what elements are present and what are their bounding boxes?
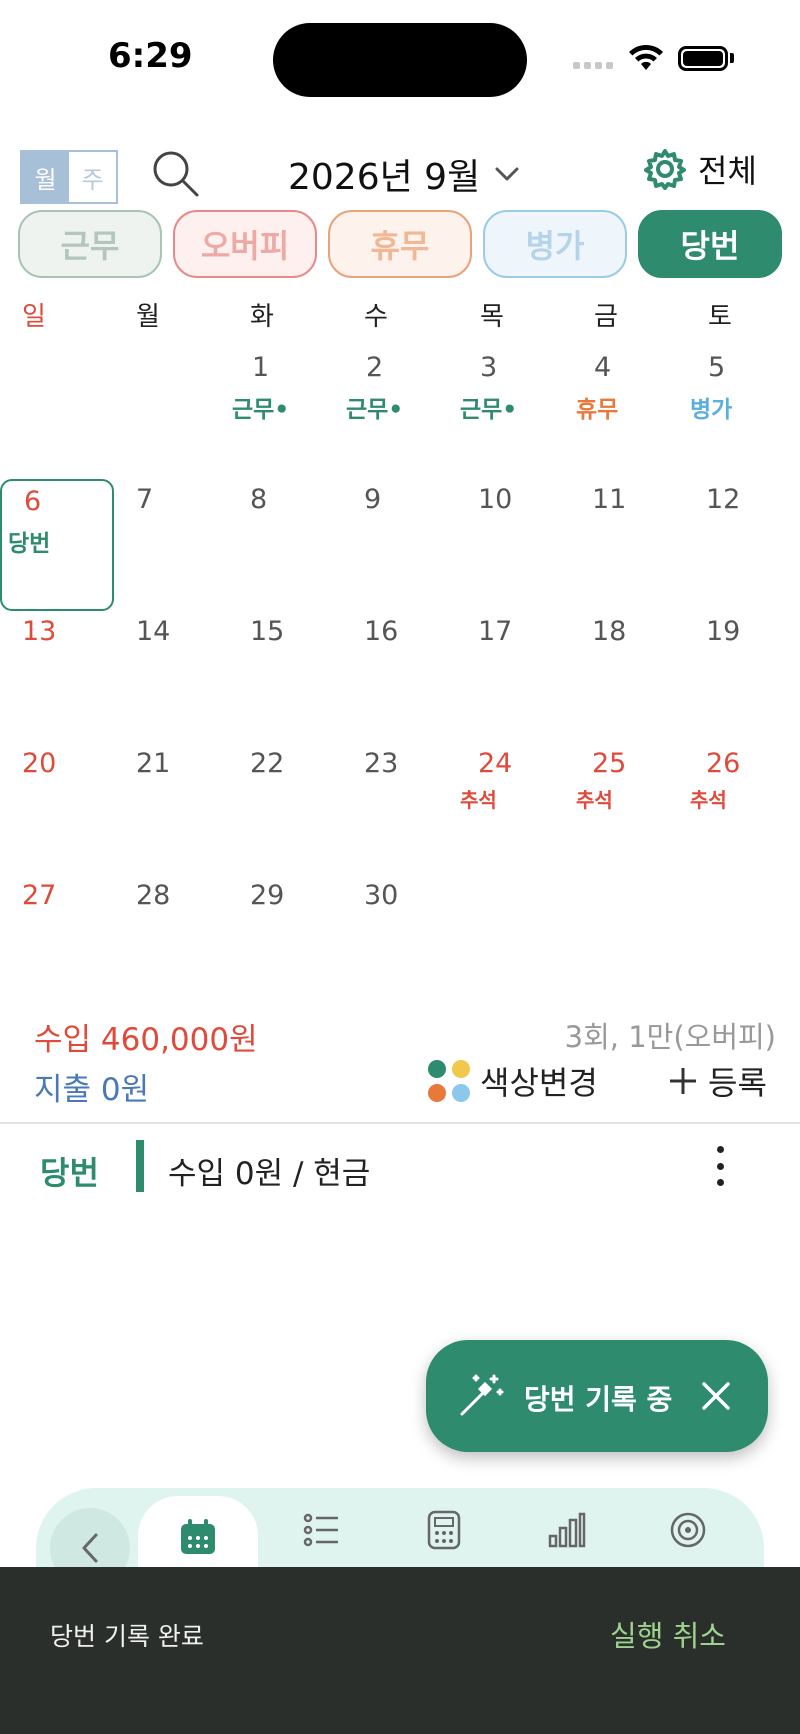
list-icon [303, 1513, 338, 1547]
undo-button[interactable]: 실행 취소 [610, 1613, 726, 1655]
dynamic-island [273, 23, 527, 97]
shift-day-6: 당번 [8, 531, 51, 557]
weekday-sat: 토 [708, 302, 732, 332]
shift-day-1: 근무• [232, 397, 290, 423]
view-toggle[interactable]: 월 주 [20, 150, 118, 204]
day-28[interactable]: 28 [136, 880, 170, 911]
holiday-day-25: 추석 [576, 788, 613, 812]
weekday-mon: 월 [136, 302, 160, 332]
day-12[interactable]: 12 [706, 484, 740, 515]
chip-sick[interactable]: 병가 [483, 210, 627, 278]
day-13[interactable]: 13 [22, 616, 56, 647]
battery-icon [678, 46, 728, 71]
day-26[interactable]: 26 [706, 748, 740, 779]
day-30[interactable]: 30 [364, 880, 398, 911]
recording-pill[interactable]: 당번 기록 중 [426, 1340, 768, 1452]
expense-total: 지출 0원 [34, 1072, 150, 1108]
view-week-button[interactable]: 주 [69, 152, 116, 202]
weekday-fri: 금 [594, 302, 618, 332]
target-icon [670, 1512, 706, 1548]
day-27[interactable]: 27 [22, 880, 56, 911]
day-22[interactable]: 22 [250, 748, 284, 779]
day-19[interactable]: 19 [706, 616, 740, 647]
cellular-signal-icon [573, 62, 613, 72]
magic-wand-icon [460, 1374, 504, 1416]
divider [0, 1122, 800, 1124]
chip-work[interactable]: 근무 [18, 210, 162, 278]
weekday-thu: 목 [480, 302, 504, 332]
day-9[interactable]: 9 [364, 484, 381, 515]
calculator-icon [427, 1510, 461, 1550]
day-7[interactable]: 7 [136, 484, 153, 515]
day-4[interactable]: 4 [594, 352, 611, 383]
weekday-sun: 일 [22, 302, 46, 332]
day-14[interactable]: 14 [136, 616, 170, 647]
day-23[interactable]: 23 [364, 748, 398, 779]
shift-count-summary: 3회, 1만(오버피) [564, 1020, 776, 1054]
month-selector[interactable]: 2026년 9월 [288, 148, 520, 200]
plus-icon [670, 1068, 696, 1094]
chevron-down-icon [495, 167, 519, 181]
day-20[interactable]: 20 [22, 748, 56, 779]
month-title: 2026년 9월 [288, 157, 481, 198]
recording-label: 당번 기록 중 [524, 1383, 673, 1416]
snackbar-message: 당번 기록 완료 [50, 1622, 204, 1651]
day-17[interactable]: 17 [478, 616, 512, 647]
day-8[interactable]: 8 [250, 484, 267, 515]
wifi-icon [629, 44, 663, 70]
day-29[interactable]: 29 [250, 880, 284, 911]
day-3[interactable]: 3 [480, 352, 497, 383]
day-15[interactable]: 15 [250, 616, 284, 647]
holiday-day-24: 추석 [460, 788, 497, 812]
day-24[interactable]: 24 [478, 748, 512, 779]
settings-button[interactable]: 전체 [644, 146, 757, 192]
battery-tip [730, 53, 734, 63]
snackbar: 당번 기록 완료 실행 취소 [0, 1567, 800, 1734]
record-shift-tag: 당번 [40, 1154, 99, 1192]
day-11[interactable]: 11 [592, 484, 626, 515]
day-6[interactable]: 6 [24, 486, 41, 517]
bar-chart-icon [548, 1512, 586, 1548]
day-18[interactable]: 18 [592, 616, 626, 647]
more-vertical-icon[interactable] [712, 1146, 728, 1186]
status-bar: 6:29 [0, 0, 800, 120]
palette-icon [428, 1060, 470, 1102]
color-change-label: 색상변경 [480, 1064, 598, 1102]
weekday-tue: 화 [250, 302, 274, 332]
shift-day-3: 근무• [460, 397, 518, 423]
holiday-day-26: 추석 [690, 788, 727, 812]
weekday-wed: 수 [364, 302, 388, 332]
chip-off[interactable]: 휴무 [328, 210, 472, 278]
register-label: 등록 [708, 1064, 767, 1102]
shift-day-2: 근무• [346, 397, 404, 423]
income-total: 수입 460,000원 [34, 1022, 258, 1058]
calendar-icon [181, 1519, 215, 1554]
record-color-bar [136, 1140, 144, 1192]
register-button[interactable]: 등록 [668, 1058, 767, 1104]
weekday-header: 일 월 화 수 목 금 토 [0, 296, 800, 336]
day-25[interactable]: 25 [592, 748, 626, 779]
color-change-button[interactable]: 색상변경 [428, 1058, 598, 1104]
gear-icon [644, 149, 686, 190]
day-10[interactable]: 10 [478, 484, 512, 515]
chip-overpay[interactable]: 오버피 [173, 210, 317, 278]
day-1[interactable]: 1 [252, 352, 269, 383]
settings-label: 전체 [698, 152, 757, 190]
chevron-left-icon [82, 1533, 98, 1563]
shift-day-4: 휴무 [576, 397, 619, 423]
view-month-button[interactable]: 월 [22, 152, 69, 202]
day-5[interactable]: 5 [708, 352, 725, 383]
close-icon[interactable] [696, 1376, 736, 1416]
shift-day-5: 병가 [690, 397, 733, 423]
day-21[interactable]: 21 [136, 748, 170, 779]
day-2[interactable]: 2 [366, 352, 383, 383]
search-icon[interactable] [150, 148, 202, 200]
day-16[interactable]: 16 [364, 616, 398, 647]
chip-duty[interactable]: 당번 [638, 210, 782, 278]
status-time: 6:29 [108, 36, 193, 76]
record-detail[interactable]: 수입 0원 / 현금 [168, 1148, 370, 1193]
